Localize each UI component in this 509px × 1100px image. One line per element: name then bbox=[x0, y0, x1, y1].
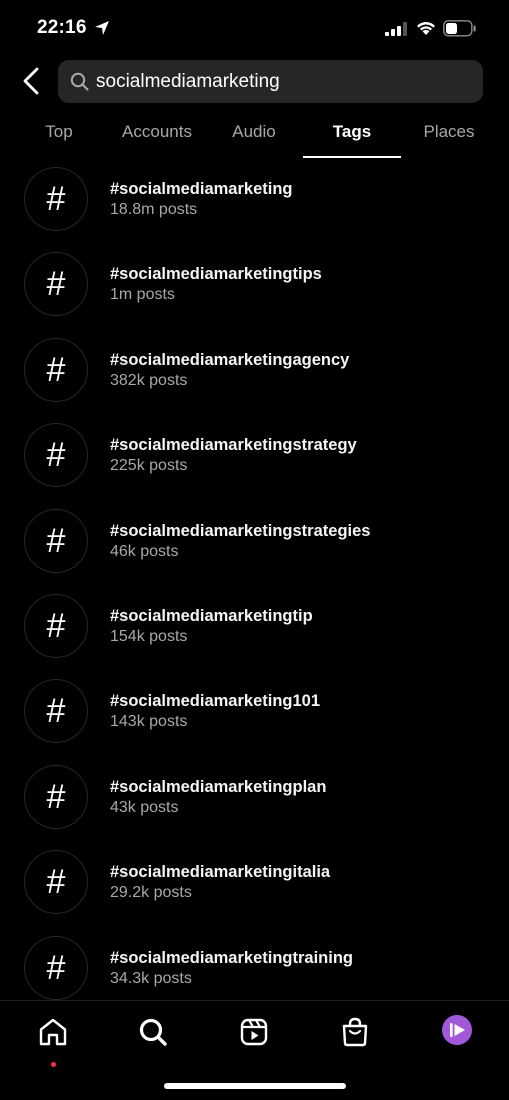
tag-result-row[interactable]: # #socialmediamarketingplan 43k posts bbox=[0, 763, 509, 848]
tag-name: #socialmediamarketingtips bbox=[110, 265, 322, 284]
nav-reels[interactable] bbox=[236, 1014, 272, 1050]
profile-avatar[interactable] bbox=[442, 1015, 472, 1045]
location-arrow-icon bbox=[95, 21, 109, 35]
tag-name: #socialmediamarketingstrategy bbox=[110, 436, 357, 455]
back-chevron-icon[interactable] bbox=[18, 66, 46, 96]
tag-name: #socialmediamarketingstrategies bbox=[110, 521, 371, 540]
status-bar: 22:16 bbox=[0, 0, 509, 56]
tab-audio[interactable]: Audio bbox=[210, 112, 298, 156]
tag-result-row[interactable]: # #socialmediamarketingagency 382k posts bbox=[0, 336, 509, 421]
hashtag-icon: # bbox=[24, 423, 88, 488]
profile-logo-icon bbox=[450, 1023, 465, 1037]
search-tabs: Top Accounts Audio Tags Places bbox=[0, 112, 509, 158]
tag-result-row[interactable]: # #socialmediamarketing 18.8m posts bbox=[0, 165, 509, 250]
tag-results-list: # #socialmediamarketing 18.8m posts # #s… bbox=[0, 165, 509, 1000]
active-tab-indicator bbox=[303, 156, 401, 158]
search-icon bbox=[70, 72, 89, 91]
search-bar[interactable] bbox=[58, 60, 483, 103]
tag-name: #socialmediamarketingtip bbox=[110, 606, 313, 625]
tag-result-row[interactable]: # #socialmediamarketingitalia 29.2k post… bbox=[0, 848, 509, 933]
reels-icon bbox=[240, 1018, 268, 1046]
tag-result-row[interactable]: # #socialmediamarketingtraining 34.3k po… bbox=[0, 934, 509, 1000]
tab-accounts[interactable]: Accounts bbox=[108, 112, 206, 156]
hashtag-icon: # bbox=[24, 508, 88, 573]
tag-post-count: 46k posts bbox=[110, 542, 179, 560]
hashtag-icon: # bbox=[24, 337, 88, 402]
shop-bag-icon bbox=[342, 1017, 368, 1047]
tag-post-count: 154k posts bbox=[110, 627, 188, 645]
tag-result-row[interactable]: # #socialmediamarketingstrategy 225k pos… bbox=[0, 421, 509, 506]
tag-result-row[interactable]: # #socialmediamarketingtip 154k posts bbox=[0, 592, 509, 677]
tag-result-row[interactable]: # #socialmediamarketingstrategies 46k po… bbox=[0, 507, 509, 592]
nav-search[interactable] bbox=[135, 1014, 171, 1050]
cellular-signal-icon bbox=[385, 22, 407, 36]
battery-icon bbox=[443, 20, 476, 37]
nav-shop[interactable] bbox=[337, 1014, 373, 1050]
tab-places[interactable]: Places bbox=[405, 112, 493, 156]
tag-name: #socialmediamarketingagency bbox=[110, 350, 350, 369]
tag-name: #socialmediamarketingitalia bbox=[110, 863, 331, 882]
hashtag-icon: # bbox=[24, 679, 88, 744]
tag-post-count: 34.3k posts bbox=[110, 969, 192, 987]
hashtag-icon: # bbox=[24, 850, 88, 915]
hashtag-icon: # bbox=[24, 252, 88, 317]
tag-post-count: 18.8m posts bbox=[110, 201, 198, 218]
tag-name: #socialmediamarketingtraining bbox=[110, 948, 353, 967]
home-indicator[interactable] bbox=[164, 1083, 346, 1089]
tag-name: #socialmediamarketing101 bbox=[110, 692, 321, 711]
hashtag-icon: # bbox=[24, 167, 88, 231]
tab-tags[interactable]: Tags bbox=[303, 112, 401, 156]
hashtag-icon: # bbox=[24, 593, 88, 658]
tag-post-count: 225k posts bbox=[110, 457, 188, 475]
tag-post-count: 143k posts bbox=[110, 713, 188, 731]
search-input[interactable] bbox=[96, 60, 466, 103]
tag-result-row[interactable]: # #socialmediamarketingtips 1m posts bbox=[0, 250, 509, 335]
tag-post-count: 43k posts bbox=[110, 798, 179, 816]
hashtag-icon: # bbox=[24, 764, 88, 829]
notification-dot bbox=[51, 1062, 56, 1067]
home-icon bbox=[39, 1018, 67, 1046]
tag-name: #socialmediamarketing bbox=[110, 180, 293, 198]
nav-home[interactable] bbox=[35, 1014, 71, 1067]
tab-top[interactable]: Top bbox=[24, 112, 94, 156]
tag-post-count: 29.2k posts bbox=[110, 884, 192, 902]
hashtag-icon: # bbox=[24, 935, 88, 1000]
search-icon bbox=[139, 1018, 167, 1046]
status-time: 22:16 bbox=[37, 17, 87, 38]
tag-result-row[interactable]: # #socialmediamarketing101 143k posts bbox=[0, 677, 509, 762]
tag-name: #socialmediamarketingplan bbox=[110, 777, 327, 796]
tag-post-count: 1m posts bbox=[110, 286, 175, 304]
wifi-icon bbox=[417, 22, 435, 35]
tag-post-count: 382k posts bbox=[110, 371, 188, 389]
